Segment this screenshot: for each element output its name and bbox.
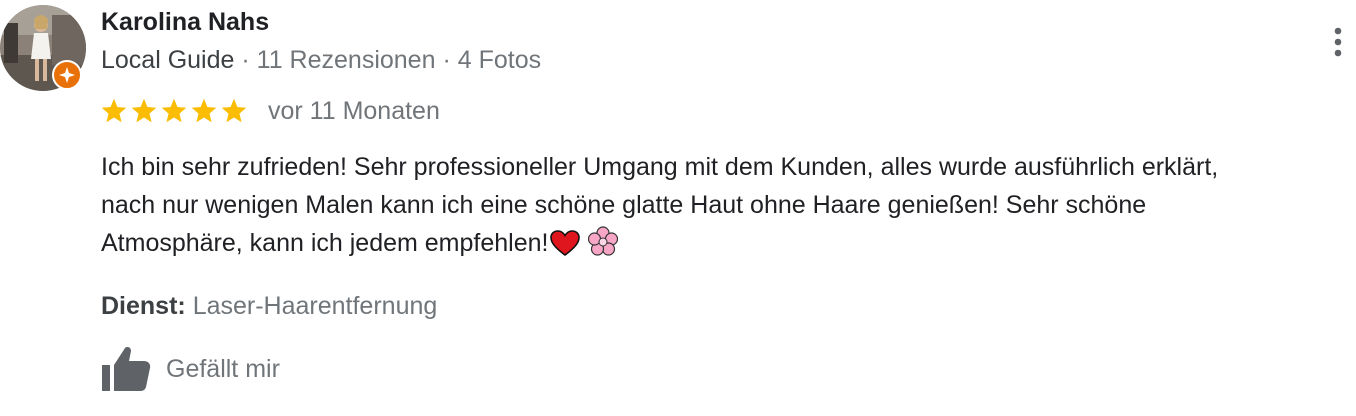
- review-text-line: Atmosphäre, kann ich jedem empfehlen!: [101, 229, 549, 257]
- service-label: Dienst:: [101, 292, 186, 320]
- star-icon: [101, 98, 127, 123]
- meta-separator: ·: [234, 46, 257, 74]
- photo-count: 4 Fotos: [457, 46, 542, 74]
- star-icon: [161, 98, 187, 123]
- like-label: Gefällt mir: [166, 355, 280, 383]
- meta-separator: ·: [435, 46, 458, 74]
- service-value: Laser-Haarentfernung: [192, 292, 438, 320]
- reviewer-name[interactable]: Karolina Nahs: [101, 6, 269, 38]
- review-text-line-last: Atmosphäre, kann ich jedem empfehlen!: [101, 224, 1355, 262]
- rating-row: vor 11 Monaten: [100, 94, 440, 128]
- more-options-button[interactable]: [1322, 22, 1354, 62]
- review-date: vor 11 Monaten: [268, 97, 440, 125]
- review-count: 11 Rezensionen: [256, 46, 436, 74]
- star-icon: [131, 98, 157, 123]
- review-text: Ich bin sehr zufrieden! Sehr professione…: [101, 148, 1355, 262]
- service-row: Dienst: Laser-Haarentfernung: [101, 290, 437, 322]
- review-text-line: nach nur wenigen Malen kann ich eine sch…: [101, 191, 1147, 219]
- star-icon: [191, 98, 217, 123]
- star-icon: [221, 98, 247, 123]
- local-guide-badge-icon: [52, 60, 82, 90]
- star-rating: [100, 97, 248, 125]
- local-guide-label: Local Guide: [101, 46, 235, 74]
- reviewer-meta: Local Guide · 11 Rezensionen · 4 Fotos: [101, 44, 541, 76]
- more-vert-icon: [1334, 27, 1342, 57]
- like-button[interactable]: Gefällt mir: [100, 344, 280, 394]
- review-text-line: Ich bin sehr zufrieden! Sehr professione…: [101, 153, 1219, 181]
- heart-emoji: [550, 229, 581, 267]
- thumbs-up-icon: [102, 347, 151, 391]
- cherry-blossom-emoji: [588, 226, 619, 267]
